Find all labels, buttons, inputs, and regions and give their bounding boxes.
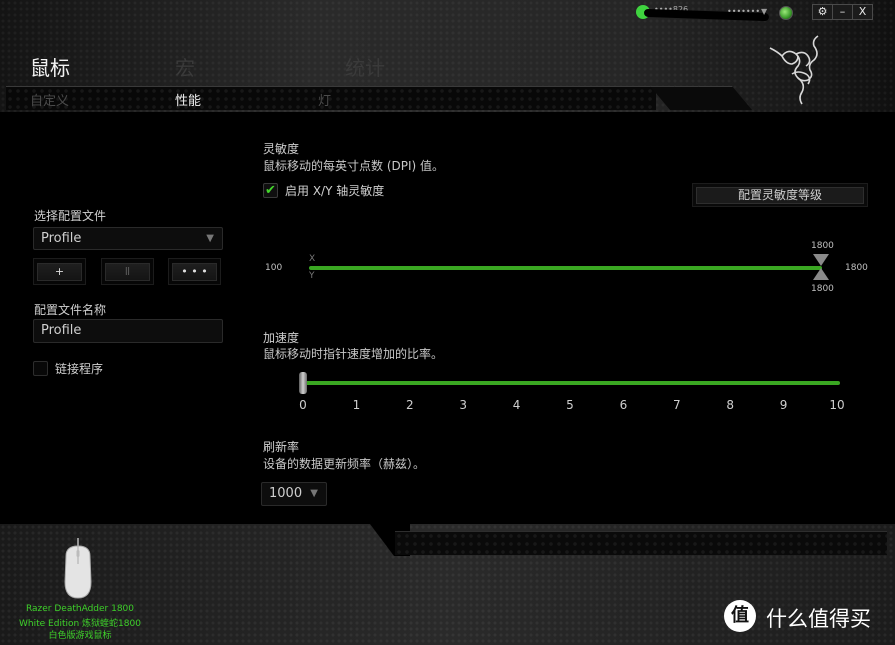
more-options-button[interactable]: • • • bbox=[168, 258, 221, 285]
status-text: ••••••• bbox=[727, 7, 761, 16]
link-program-checkbox[interactable] bbox=[33, 361, 48, 376]
acceleration-title: 加速度 bbox=[263, 331, 300, 345]
acceleration-tick-8: 8 bbox=[726, 398, 734, 412]
link-program-label: 链接程序 bbox=[55, 362, 104, 376]
ellipsis-icon: • • • bbox=[172, 263, 217, 281]
dpi-x-value: 1800 bbox=[811, 241, 834, 251]
acceleration-description: 鼠标移动时指针速度增加的比率。 bbox=[263, 347, 444, 361]
acceleration-tick-1: 1 bbox=[352, 398, 361, 412]
gear-icon: ⚙ bbox=[817, 5, 828, 18]
chevron-down-icon: ▼ bbox=[310, 488, 318, 499]
acceleration-slider-track[interactable] bbox=[303, 381, 840, 385]
delete-profile-button[interactable]: Ⅱ bbox=[101, 258, 154, 285]
device-name-line-3: 白色版游戏鼠标 bbox=[48, 631, 112, 641]
tab-mouse[interactable]: 鼠标 bbox=[30, 52, 70, 81]
acceleration-tick-4: 4 bbox=[512, 398, 521, 412]
tab-stats[interactable]: 统计 bbox=[345, 52, 385, 81]
select-profile-label: 选择配置文件 bbox=[34, 209, 107, 223]
profile-name-label: 配置文件名称 bbox=[34, 303, 107, 317]
checkmark-icon: ✔ bbox=[265, 183, 276, 198]
polling-rate-dropdown[interactable]: 1000 ▼ bbox=[261, 482, 327, 506]
watermark-logo-icon: 值 bbox=[724, 600, 756, 632]
razer-logo-icon bbox=[769, 35, 819, 105]
sync-status-icon[interactable] bbox=[779, 6, 793, 20]
polling-rate-value: 1000 bbox=[269, 486, 303, 501]
tab-macro[interactable]: 宏 bbox=[175, 52, 195, 81]
dpi-min-label: 100 bbox=[265, 263, 283, 273]
add-profile-button[interactable]: + bbox=[33, 258, 86, 285]
acceleration-tick-2: 2 bbox=[405, 398, 414, 412]
acceleration-tick-5: 5 bbox=[566, 398, 574, 412]
configure-sensitivity-levels-button[interactable]: 配置灵敏度等级 bbox=[692, 183, 868, 207]
subtab-performance[interactable]: 性能 bbox=[175, 90, 201, 109]
dpi-y-value: 1800 bbox=[811, 284, 834, 294]
sensitivity-title: 灵敏度 bbox=[263, 142, 300, 156]
profile-name-input[interactable]: Profile bbox=[33, 319, 223, 343]
subtab-lighting[interactable]: 灯 bbox=[318, 90, 331, 109]
acceleration-tick-10: 10 bbox=[829, 398, 845, 412]
acceleration-slider-handle[interactable] bbox=[299, 372, 307, 394]
main-panel bbox=[0, 112, 895, 524]
subtab-customize[interactable]: 自定义 bbox=[30, 90, 69, 109]
dpi-x-slider-handle[interactable] bbox=[813, 254, 829, 266]
close-button[interactable]: X bbox=[852, 4, 873, 20]
device-bar bbox=[395, 531, 887, 555]
profile-dropdown[interactable]: Profile ▼ bbox=[33, 227, 223, 250]
watermark-text: 什么值得买 bbox=[766, 607, 871, 631]
configure-sensitivity-levels-label: 配置灵敏度等级 bbox=[696, 187, 864, 204]
mouse-device-icon[interactable] bbox=[60, 538, 96, 600]
chevron-down-icon[interactable]: ▼ bbox=[761, 7, 767, 16]
acceleration-tick-0: 0 bbox=[299, 398, 307, 412]
polling-rate-title: 刷新率 bbox=[263, 440, 300, 454]
dpi-slider-track[interactable] bbox=[309, 266, 822, 270]
xy-sensitivity-label: 启用 X/Y 轴灵敏度 bbox=[285, 184, 385, 198]
dpi-max-label: 1800 bbox=[845, 263, 868, 273]
trash-icon: Ⅱ bbox=[105, 263, 150, 281]
sensitivity-description: 鼠标移动的每英寸点数 (DPI) 值。 bbox=[263, 159, 445, 173]
acceleration-tick-7: 7 bbox=[672, 398, 681, 412]
dpi-y-slider-handle[interactable] bbox=[813, 268, 829, 280]
acceleration-tick-3: 3 bbox=[459, 398, 467, 412]
settings-button[interactable]: ⚙ bbox=[812, 4, 833, 20]
profile-dropdown-value: Profile bbox=[41, 231, 82, 246]
xy-sensitivity-checkbox[interactable]: ✔ bbox=[263, 183, 278, 198]
acceleration-tick-6: 6 bbox=[619, 398, 628, 412]
minimize-button[interactable]: – bbox=[832, 4, 853, 20]
y-axis-label: Y bbox=[309, 271, 315, 281]
x-axis-label: X bbox=[309, 254, 316, 264]
chevron-down-icon: ▼ bbox=[206, 233, 214, 244]
device-name-line-1: Razer DeathAdder 1800 bbox=[25, 604, 135, 614]
polling-rate-description: 设备的数据更新频率（赫兹）。 bbox=[263, 457, 426, 471]
plus-icon: + bbox=[37, 263, 82, 281]
acceleration-tick-9: 9 bbox=[779, 398, 788, 412]
